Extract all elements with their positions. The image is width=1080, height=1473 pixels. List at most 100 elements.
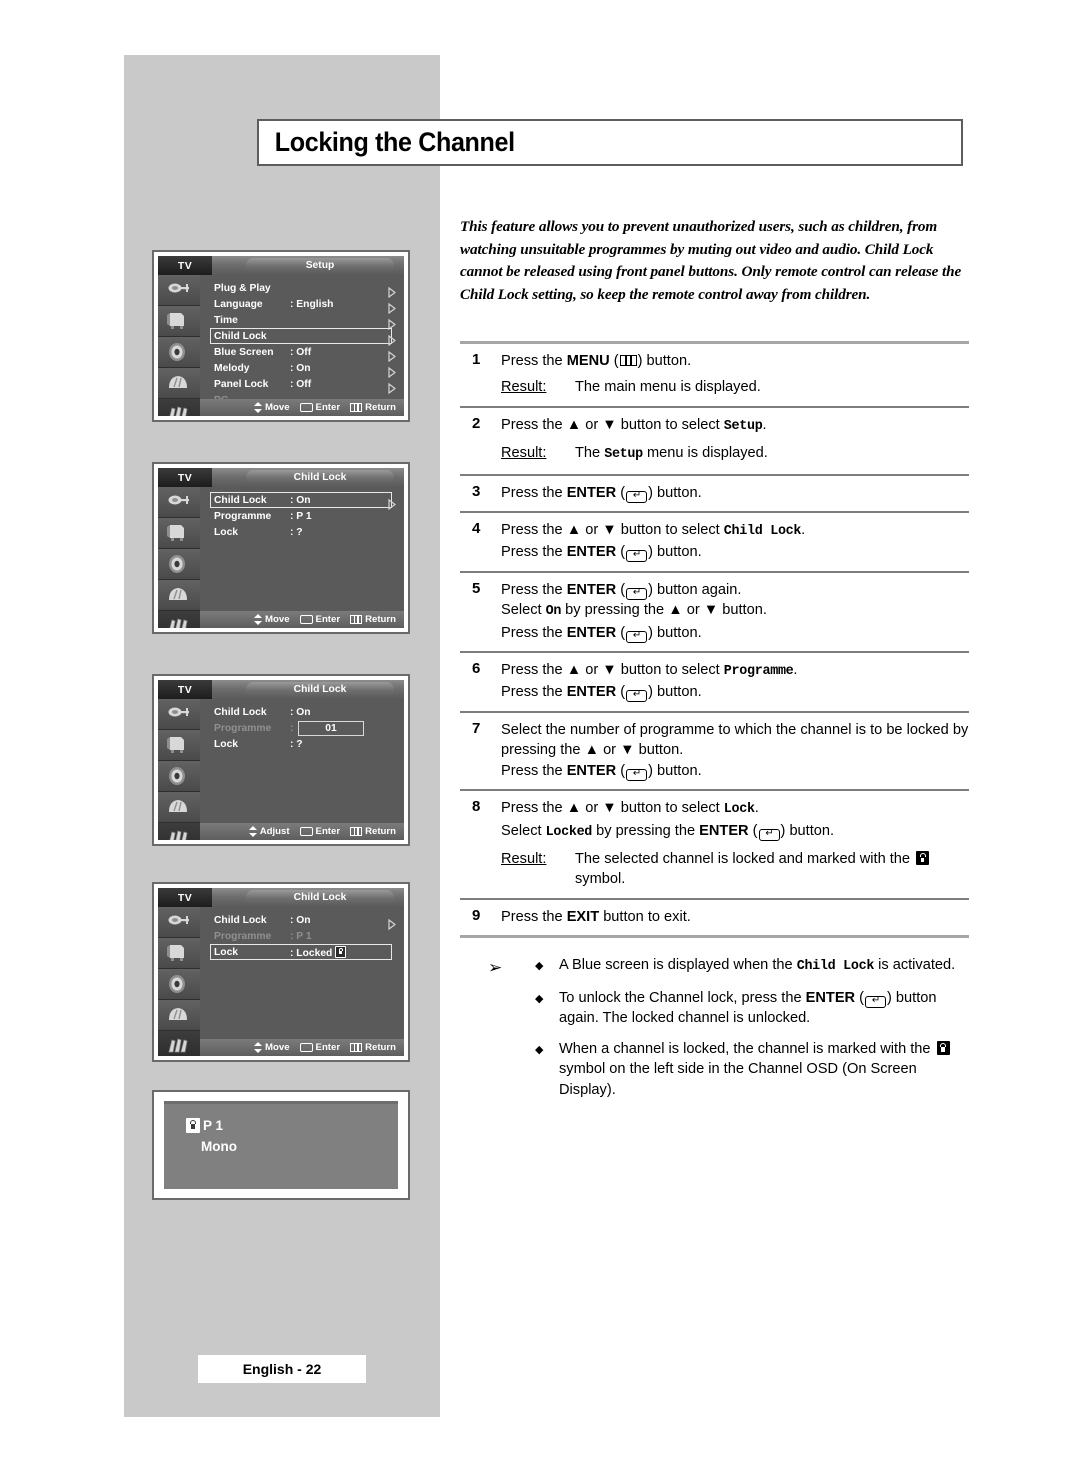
emphasis-text: ▲ <box>584 742 600 759</box>
osd-sidebar-setup-icon[interactable] <box>158 611 200 628</box>
osd-titlebar: TV Child Lock <box>158 888 404 907</box>
step-row: 2 Press the ▲ or ▼ button to select Setup… <box>460 408 969 474</box>
osd-row[interactable]: Child Lock: On <box>214 912 396 930</box>
osd-sidebar-speaker-icon[interactable] <box>158 969 200 1000</box>
osd-row[interactable]: Child Lock: On <box>214 704 396 720</box>
menu-term: Child Lock <box>796 959 875 974</box>
osd-row[interactable]: Child Lock <box>210 328 396 346</box>
osd-row-label: Lock <box>214 738 239 750</box>
osd-sidebar-picture-tube-icon[interactable] <box>158 938 200 969</box>
osd-sidebar-speaker-icon[interactable] <box>158 761 200 792</box>
osd-sidebar-feature-icon[interactable] <box>158 792 200 823</box>
osd-panel-child-lock-menu-3: TV Child Lock Child Lock: On Programme: P 1… <box>152 882 410 1062</box>
step-number: 9 <box>472 906 481 924</box>
chevron-right-icon <box>381 314 396 330</box>
step-line: Press the ▲ or ▼ button to select Progra… <box>501 660 969 682</box>
osd-sidebar-antenna-icon[interactable] <box>158 275 200 306</box>
channel-osd-screen: P 1 Mono <box>164 1101 398 1189</box>
step-number: 5 <box>472 579 481 597</box>
body-text: button to exit. <box>599 908 691 925</box>
step-number: 8 <box>472 798 481 816</box>
channel-osd-panel: P 1 Mono <box>152 1090 410 1200</box>
osd-sidebar-feature-icon[interactable] <box>158 580 200 611</box>
osd-sidebar <box>158 907 200 1056</box>
emphasis-text: ▼ <box>602 522 617 539</box>
body-text: When a channel is locked, the channel is… <box>559 1040 935 1057</box>
osd-sidebar-feature-icon[interactable] <box>158 1000 200 1031</box>
enter-icon: ↵ <box>626 768 648 781</box>
notes-block: ➢ ◆ A Blue screen is displayed when the C… <box>488 955 968 1111</box>
note-item: ◆ To unlock the Channel lock, press the E… <box>535 988 968 1029</box>
body-text: . <box>754 800 759 817</box>
osd-sidebar-antenna-icon[interactable] <box>158 699 200 730</box>
osd-hint-enter: Enter <box>299 614 340 625</box>
osd-row[interactable]: Programme: P 1 <box>214 928 396 944</box>
body-text: Select <box>501 602 546 619</box>
speaker-icon <box>166 342 192 362</box>
osd-row[interactable]: Lock: ? <box>214 524 396 540</box>
osd-row[interactable]: Child Lock: On <box>210 492 396 510</box>
body-text: ( <box>616 762 626 779</box>
step-number: 1 <box>472 351 481 368</box>
page-title-box: Locking the Channel <box>257 119 963 166</box>
osd-sidebar-antenna-icon[interactable] <box>158 487 200 518</box>
result-label: Result: <box>501 445 547 462</box>
osd-tv-label: TV <box>158 888 212 907</box>
step-line: Select Locked by pressing the ENTER (↵) … <box>501 821 969 843</box>
body-text: button. <box>634 742 684 759</box>
osd-row[interactable]: Plug & Play <box>214 280 396 298</box>
emphasis-text: ENTER <box>566 544 617 561</box>
osd-row[interactable]: Panel Lock: Off <box>214 376 396 394</box>
lock-icon <box>916 850 930 865</box>
step-body: Select the number of programme to which … <box>501 720 969 781</box>
osd-row[interactable]: Melody: On <box>214 360 396 378</box>
body-text: Press the <box>501 624 567 641</box>
osd-panel-setup-menu: TV Setup Plug & Play Language: English Time C… <box>152 250 410 422</box>
osd-sidebar-speaker-icon[interactable] <box>158 549 200 580</box>
chevron-right-icon <box>381 282 396 298</box>
osd-hint-return: Return <box>350 1042 396 1053</box>
lock-icon <box>186 1118 200 1133</box>
osd-row[interactable]: Lock: Locked <box>210 944 396 960</box>
emphasis-text: MENU <box>566 353 610 369</box>
speaker-icon <box>166 554 192 574</box>
body-text: Press the <box>501 581 567 598</box>
osd-sidebar-setup-icon[interactable] <box>158 823 200 840</box>
osd-body: Child Lock: On Programme: P 1 Lock: ? <box>200 487 404 628</box>
osd-sidebar-setup-icon[interactable] <box>158 399 200 416</box>
osd-row-label: Panel Lock <box>214 378 269 390</box>
osd-row-label: Blue Screen <box>214 346 274 358</box>
osd-screen: TV Child Lock Child Lock: On Programme: P 1… <box>158 468 404 628</box>
body-text: or <box>581 416 603 433</box>
osd-sidebar-antenna-icon[interactable] <box>158 907 200 938</box>
feature-icon <box>166 373 192 393</box>
osd-sidebar-speaker-icon[interactable] <box>158 337 200 368</box>
osd-sidebar-picture-tube-icon[interactable] <box>158 518 200 549</box>
osd-hintbar: Move Enter Return <box>200 399 404 416</box>
osd-row[interactable]: Lock: ? <box>214 736 396 752</box>
step-body: Press the ▲ or ▼ button to select Child … <box>501 520 969 563</box>
body-text: ) button again. <box>648 581 742 598</box>
osd-row-list: Child Lock: On Programme:01 Lock: ? <box>200 699 404 752</box>
osd-row[interactable]: Programme: P 1 <box>214 508 396 524</box>
body-text: Press the <box>501 684 567 701</box>
osd-row[interactable]: Language: English <box>214 296 396 314</box>
osd-row[interactable]: Blue Screen: Off <box>214 344 396 362</box>
osd-value-box[interactable]: 01 <box>298 720 364 736</box>
osd-sidebar-picture-tube-icon[interactable] <box>158 730 200 761</box>
osd-row[interactable]: Programme:01 <box>214 720 396 736</box>
osd-sidebar-setup-icon[interactable] <box>158 1031 200 1056</box>
setup-icon <box>166 1036 192 1056</box>
osd-row-label: Lock <box>214 946 239 958</box>
body-text: Press the <box>501 908 567 925</box>
step-body: Press the ENTER (↵) button again. Select … <box>501 580 969 643</box>
body-text: or <box>581 522 603 539</box>
osd-row[interactable]: Time <box>214 312 396 330</box>
step-line: Press the EXIT button to exit. <box>501 907 969 927</box>
antenna-icon <box>166 280 192 300</box>
osd-row-label: Melody <box>214 362 250 374</box>
osd-sidebar-picture-tube-icon[interactable] <box>158 306 200 337</box>
step-number: 3 <box>472 482 481 500</box>
step-result: Result: The selected channel is locked an… <box>501 849 969 890</box>
osd-sidebar-feature-icon[interactable] <box>158 368 200 399</box>
